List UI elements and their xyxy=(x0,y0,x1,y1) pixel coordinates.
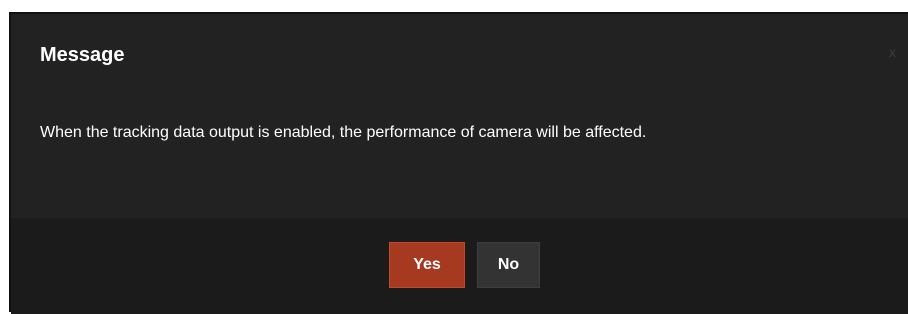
yes-button[interactable]: Yes xyxy=(389,242,465,288)
dialog-message: When the tracking data output is enabled… xyxy=(40,124,647,141)
message-dialog: Message x When the tracking data output … xyxy=(9,12,908,314)
dialog-footer: Yes No xyxy=(11,218,908,314)
dialog-title: Message xyxy=(40,44,125,66)
dialog-header: Message x xyxy=(11,14,908,84)
page-background: Message x When the tracking data output … xyxy=(0,0,908,314)
no-button[interactable]: No xyxy=(477,242,540,288)
close-icon[interactable]: x xyxy=(889,44,896,60)
